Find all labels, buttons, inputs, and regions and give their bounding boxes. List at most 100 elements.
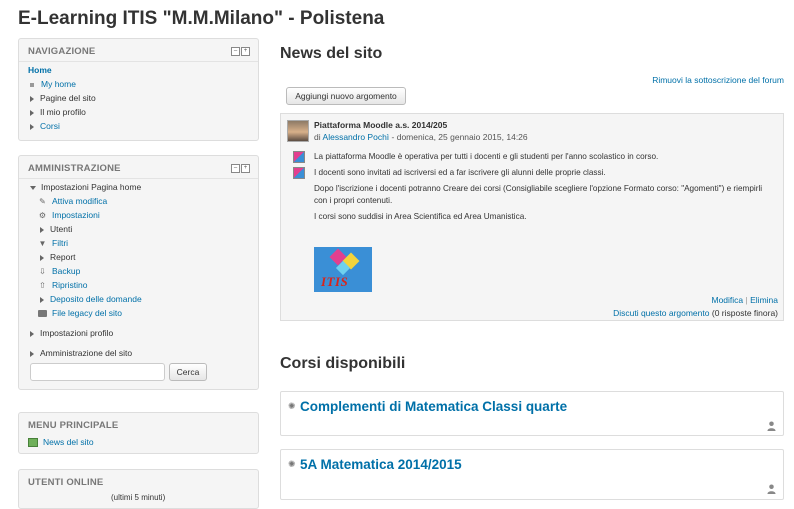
online-users-block: UTENTI ONLINE (ultimi 5 minuti): [18, 469, 259, 509]
nav-item-my-profile[interactable]: Il mio profilo: [30, 107, 86, 117]
admin-item-legacy-files[interactable]: File legacy del sito: [38, 308, 122, 318]
block-controls: – +: [231, 164, 250, 173]
post-commands: Modifica | Elimina: [712, 295, 779, 305]
expand-arrow-icon: [40, 254, 44, 261]
main-menu-item-news[interactable]: News del sito: [28, 437, 94, 448]
nav-item-label[interactable]: Il mio profilo: [40, 107, 86, 117]
post-paragraph: I docenti sono invitati ad iscriversi ed…: [314, 168, 606, 177]
teacher-icon: [767, 421, 776, 431]
admin-item-label[interactable]: Report: [50, 252, 76, 262]
restore-icon: ⇧: [39, 281, 46, 291]
expand-arrow-icon: [40, 226, 44, 233]
delete-link[interactable]: Elimina: [750, 295, 778, 305]
admin-item-label[interactable]: Deposito delle domande: [50, 294, 142, 304]
course-item: ✺ 5A Matematica 2014/2015: [280, 449, 784, 500]
expand-arrow-icon: [40, 296, 44, 303]
administration-title: AMMINISTRAZIONE: [28, 163, 121, 174]
replies-count: (0 risposte finora): [711, 308, 778, 318]
teacher-icon: [767, 484, 776, 494]
unsubscribe-link[interactable]: Rimuovi la sottoscrizione del forum: [652, 75, 784, 85]
nav-item-my-home[interactable]: My home: [30, 79, 76, 89]
course-item: ✺ Complementi di Matematica Classi quart…: [280, 391, 784, 436]
expand-arrow-icon: [30, 123, 34, 130]
nav-item-label[interactable]: My home: [41, 79, 76, 89]
administration-header: AMMINISTRAZIONE – +: [19, 156, 258, 179]
dock-icon[interactable]: +: [241, 47, 250, 56]
admin-item-label[interactable]: Filtri: [52, 238, 68, 248]
nav-item-label[interactable]: Corsi: [40, 121, 60, 131]
gear-icon: ⚙: [38, 211, 47, 221]
main-menu-block: MENU PRINCIPALE News del sito: [18, 412, 259, 454]
post-author-link[interactable]: Alessandro Pochì: [323, 132, 390, 142]
online-users-title: UTENTI ONLINE: [28, 477, 104, 488]
admin-home-settings-label[interactable]: Impostazioni Pagina home: [41, 182, 141, 192]
main-menu-title: MENU PRINCIPALE: [28, 420, 119, 431]
admin-item-label[interactable]: Utenti: [50, 224, 72, 234]
expand-arrow-icon: [30, 350, 34, 357]
post-paragraph: La piattaforma Moodle è operativa per tu…: [314, 152, 659, 161]
admin-item-backup[interactable]: ⇩ Backup: [38, 266, 80, 276]
nav-home[interactable]: Home: [28, 65, 52, 75]
collapse-icon[interactable]: –: [231, 164, 240, 173]
bullet-icon: [30, 82, 34, 87]
post-subject: Piattaforma Moodle a.s. 2014/205: [314, 120, 448, 130]
admin-item-reports[interactable]: Report: [40, 252, 76, 262]
command-separator: |: [745, 295, 748, 305]
navigation-block: NAVIGAZIONE – + Home My home Pagine del …: [18, 38, 259, 141]
site-title: E-Learning ITIS "M.M.Milano" - Polistena: [18, 8, 385, 29]
post-by: di: [314, 132, 321, 142]
add-topic-button[interactable]: Aggiungi nuovo argomento: [286, 87, 406, 105]
search-button[interactable]: Cerca: [169, 363, 207, 381]
course-expand-icon[interactable]: ✺: [288, 459, 296, 470]
expand-arrow-icon: [30, 95, 34, 102]
main-menu-header: MENU PRINCIPALE: [19, 413, 258, 435]
filter-icon: ▼: [38, 239, 47, 249]
collapse-icon[interactable]: –: [231, 47, 240, 56]
admin-item-users[interactable]: Utenti: [40, 224, 72, 234]
post-paragraph: I corsi sono suddisi in Area Scientifica…: [314, 212, 527, 221]
course-expand-icon[interactable]: ✺: [288, 401, 296, 412]
admin-item-label[interactable]: Impostazioni: [52, 210, 100, 220]
forum-post: Piattaforma Moodle a.s. 2014/205 di Ales…: [280, 113, 784, 321]
logo-text: ITIS: [321, 274, 349, 289]
nav-item-site-pages[interactable]: Pagine del sito: [30, 93, 96, 103]
admin-site-administration[interactable]: Amministrazione del sito: [30, 348, 132, 358]
author-avatar[interactable]: [287, 120, 309, 142]
admin-item-question-bank[interactable]: Deposito delle domande: [40, 294, 142, 304]
admin-item-settings[interactable]: ⚙ Impostazioni: [38, 210, 100, 220]
admin-search-input[interactable]: [30, 363, 165, 381]
admin-profile-settings-label[interactable]: Impostazioni profilo: [40, 328, 113, 338]
post-date: - domenica, 25 gennaio 2015, 14:26: [391, 132, 528, 142]
course-link[interactable]: Complementi di Matematica Classi quarte: [300, 399, 567, 414]
moodle-icon: [293, 151, 305, 163]
forum-icon: [28, 438, 38, 448]
collapse-arrow-icon: [30, 185, 36, 190]
admin-item-label[interactable]: Backup: [52, 266, 80, 276]
moodle-icon: [293, 167, 305, 179]
nav-item-courses[interactable]: Corsi: [30, 121, 60, 131]
edit-link[interactable]: Modifica: [712, 295, 744, 305]
nav-item-label[interactable]: Pagine del sito: [40, 93, 96, 103]
post-byline: di Alessandro Pochì - domenica, 25 genna…: [314, 132, 528, 142]
dock-icon[interactable]: +: [241, 164, 250, 173]
discuss-link[interactable]: Discuti questo argomento: [613, 308, 709, 318]
admin-item-label[interactable]: Ripristino: [52, 280, 87, 290]
admin-item-filters[interactable]: ▼ Filtri: [38, 238, 69, 249]
admin-profile-settings[interactable]: Impostazioni profilo: [30, 328, 113, 338]
administration-block: AMMINISTRAZIONE – + Impostazioni Pagina …: [18, 155, 259, 390]
backup-icon: ⇩: [39, 267, 46, 277]
news-heading: News del sito: [280, 45, 383, 62]
admin-home-settings[interactable]: Impostazioni Pagina home: [30, 182, 141, 192]
block-controls: – +: [231, 47, 250, 56]
online-users-subtitle: (ultimi 5 minuti): [111, 493, 166, 502]
expand-arrow-icon: [30, 330, 34, 337]
admin-item-label[interactable]: Attiva modifica: [52, 196, 107, 206]
main-menu-item-label[interactable]: News del sito: [43, 437, 94, 447]
admin-item-edit[interactable]: ✎ Attiva modifica: [38, 196, 107, 206]
admin-item-label[interactable]: File legacy del sito: [52, 308, 122, 318]
course-link[interactable]: 5A Matematica 2014/2015: [300, 457, 462, 472]
admin-site-admin-label[interactable]: Amministrazione del sito: [40, 348, 132, 358]
admin-item-restore[interactable]: ⇧ Ripristino: [38, 280, 87, 290]
navigation-header: NAVIGAZIONE – +: [19, 39, 258, 62]
itis-logo: ITIS: [314, 247, 372, 292]
